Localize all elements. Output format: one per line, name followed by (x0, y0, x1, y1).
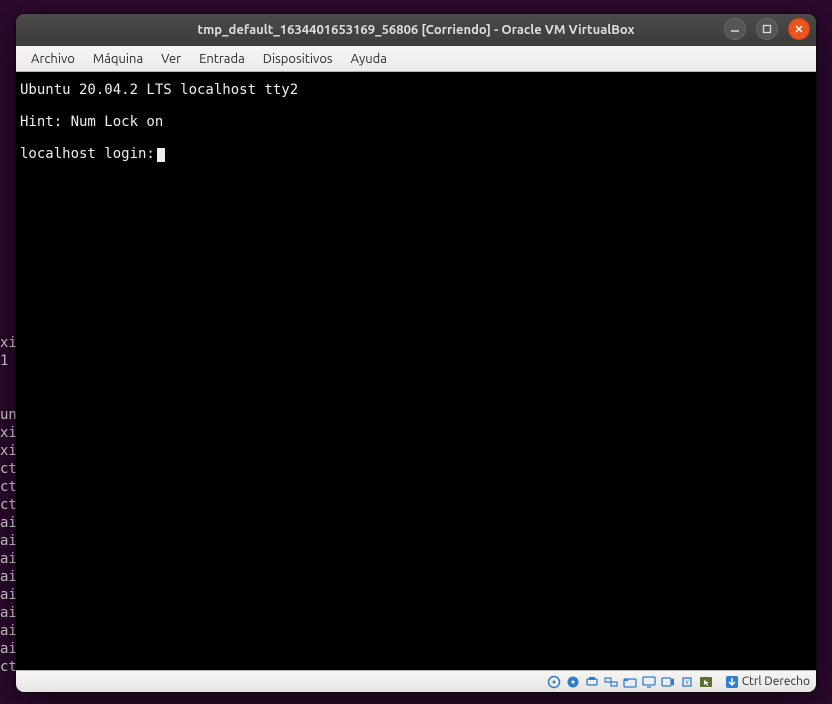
console-line-2: Hint: Num Lock on (20, 114, 163, 130)
arrow-down-icon (725, 675, 739, 689)
status-icons-group: V (546, 674, 715, 690)
window-titlebar[interactable]: tmp_default_1634401653169_56806 [Corrien… (16, 14, 816, 46)
usb-icon[interactable] (584, 674, 601, 690)
close-button[interactable] (788, 18, 810, 40)
menu-entrada[interactable]: Entrada (190, 49, 254, 69)
login-prompt: localhost login: (20, 146, 155, 162)
status-bar: V Ctrl Derecho (16, 670, 816, 692)
menu-archivo[interactable]: Archivo (22, 49, 84, 69)
window-title: tmp_default_1634401653169_56806 [Corrien… (197, 23, 634, 37)
svg-text:V: V (685, 679, 689, 686)
background-terminal: xi 1 un xi xi ct ct ct ai ai ai ai ai ai… (0, 280, 17, 676)
harddisk-icon[interactable] (546, 674, 563, 690)
window-controls (724, 18, 810, 40)
display-icon[interactable] (641, 674, 658, 690)
network-icon[interactable] (603, 674, 620, 690)
console-line-1: Ubuntu 20.04.2 LTS localhost tty2 (20, 82, 298, 98)
sharedfolders-icon[interactable] (622, 674, 639, 690)
host-key-indicator[interactable]: Ctrl Derecho (721, 675, 810, 689)
vm-console[interactable]: Ubuntu 20.04.2 LTS localhost tty2 Hint: … (16, 72, 816, 670)
minimize-button[interactable] (724, 18, 746, 40)
virtualbox-window: tmp_default_1634401653169_56806 [Corrien… (16, 14, 816, 692)
menu-ayuda[interactable]: Ayuda (342, 49, 396, 69)
maximize-button[interactable] (756, 18, 778, 40)
cpu-icon[interactable]: V (679, 674, 696, 690)
host-key-label: Ctrl Derecho (742, 675, 810, 688)
menu-ver[interactable]: Ver (152, 49, 190, 69)
text-cursor (157, 148, 165, 162)
menu-bar: Archivo Máquina Ver Entrada Dispositivos… (16, 46, 816, 72)
menu-dispositivos[interactable]: Dispositivos (254, 49, 342, 69)
recording-icon[interactable] (660, 674, 677, 690)
mouse-integration-icon[interactable] (698, 674, 715, 690)
optical-icon[interactable] (565, 674, 582, 690)
menu-maquina[interactable]: Máquina (84, 49, 152, 69)
